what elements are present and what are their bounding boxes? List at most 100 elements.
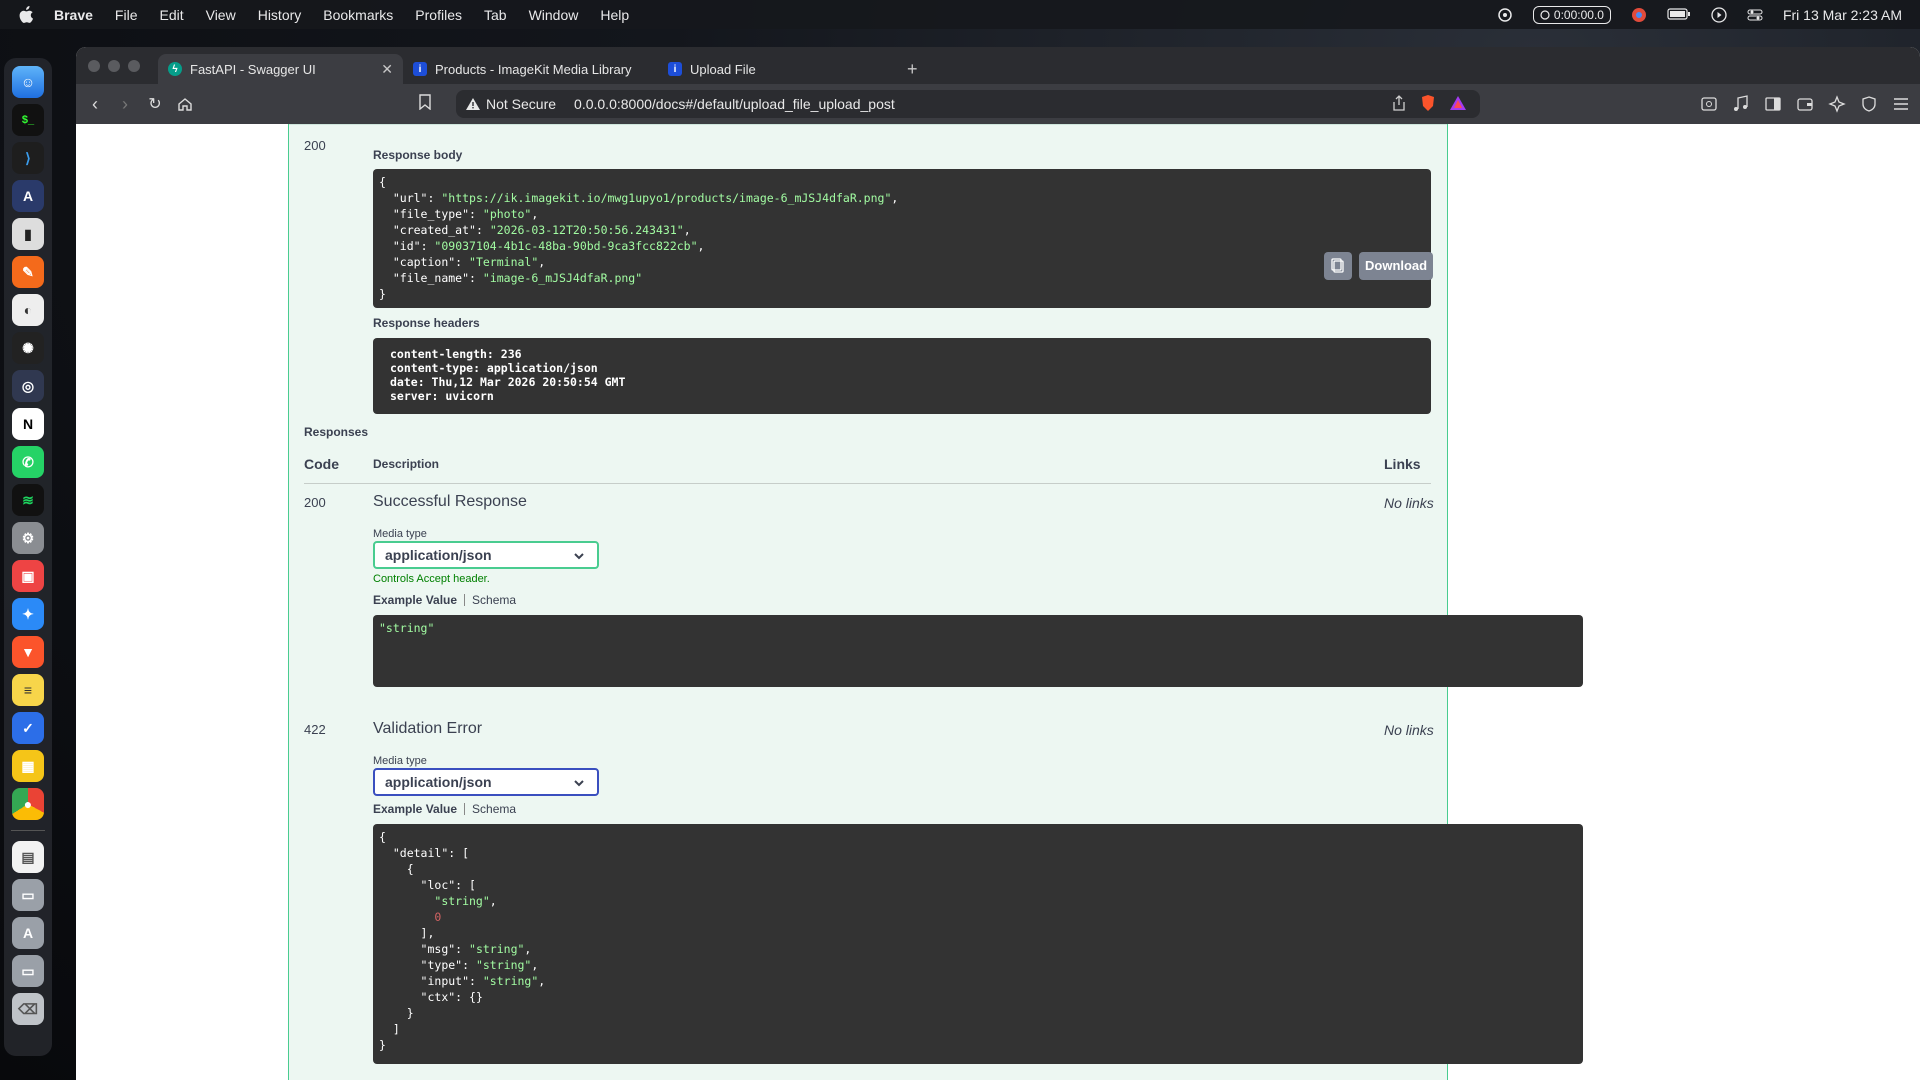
notes-icon[interactable]: ≡	[12, 674, 44, 706]
imagekit-favicon-icon: i	[413, 62, 427, 76]
address-bar[interactable]: Not Secure 0.0.0.0:8000/docs#/default/up…	[456, 90, 1480, 118]
tab-upload-file[interactable]: i Upload File	[658, 54, 893, 84]
chrome-icon[interactable]: ●	[12, 788, 44, 820]
chrome-status-icon[interactable]	[1631, 7, 1647, 23]
tab-title: Upload File	[690, 61, 756, 77]
chatgpt-icon[interactable]: ✺	[12, 332, 44, 364]
json-created-at-value: "2026-03-12T20:50:56.243431"	[489, 223, 684, 237]
spotify-icon[interactable]: ≋	[12, 484, 44, 516]
tab-swagger[interactable]: ϟ FastAPI - Swagger UI ✕	[158, 54, 403, 84]
whatsapp-icon[interactable]: ✆	[12, 446, 44, 478]
browser-toolbar: ‹ › ↻ Not Secure 0.0.0.0:8000/docs#/defa…	[76, 84, 1920, 124]
copy-to-clipboard-button[interactable]	[1324, 252, 1352, 280]
notion-icon[interactable]: N	[12, 408, 44, 440]
brave-rewards-icon[interactable]	[1450, 95, 1466, 113]
close-tab-icon[interactable]: ✕	[381, 61, 393, 78]
menu-profiles[interactable]: Profiles	[415, 7, 462, 23]
dock-separator	[11, 830, 45, 831]
tab-example-value[interactable]: Example Value	[373, 593, 457, 607]
vscode-icon[interactable]: ⟩	[12, 142, 44, 174]
dock: ☺ $_ ⟩ A ▮ ✎ ◐ ✺ ◎ N ✆ ≋ ⚙ ▣ ✦ ▼ ≡ ✓ ▦ ●…	[4, 58, 52, 1056]
menu-file[interactable]: File	[115, 7, 138, 23]
menu-app-name[interactable]: Brave	[54, 7, 93, 23]
obs-icon[interactable]: ◎	[12, 370, 44, 402]
menu-tab[interactable]: Tab	[484, 7, 507, 23]
menubar-datetime[interactable]: Fri 13 Mar 2:23 AM	[1783, 7, 1902, 23]
folder-icon[interactable]: ▭	[12, 879, 44, 911]
download-button[interactable]: Download	[1359, 252, 1434, 280]
downloads-folder-icon[interactable]: ▭	[12, 955, 44, 987]
safari-icon[interactable]: ✦	[12, 598, 44, 630]
json-file-type-value: "photo"	[482, 207, 532, 221]
description-column-header: Description	[373, 457, 440, 471]
brave-icon[interactable]: ▼	[12, 636, 44, 668]
new-tab-button[interactable]: +	[893, 54, 932, 84]
forward-icon[interactable]: ›	[110, 94, 140, 115]
sequel-app-icon[interactable]: ◐	[12, 294, 44, 326]
reload-icon[interactable]: ↻	[140, 94, 170, 114]
notes-app-icon[interactable]: ▮	[12, 218, 44, 250]
url-text[interactable]: 0.0.0.0:8000/docs#/default/upload_file_u…	[574, 96, 895, 112]
media-type-select[interactable]: application/json	[373, 768, 599, 796]
tab-title: Products - ImageKit Media Library	[435, 61, 632, 77]
back-icon[interactable]: ‹	[80, 94, 110, 115]
tab-example-value[interactable]: Example Value	[373, 802, 457, 816]
zoom-window-button[interactable]	[128, 60, 140, 72]
control-center-icon[interactable]	[1747, 7, 1763, 23]
calendar-app-icon[interactable]: ▣	[12, 560, 44, 592]
menu-help[interactable]: Help	[600, 7, 629, 23]
json-url-value: "https://ik.imagekit.io/mwg1upyo1/produc…	[441, 191, 892, 205]
tab-schema[interactable]: Schema	[472, 593, 516, 607]
menu-bookmarks[interactable]: Bookmarks	[323, 7, 393, 23]
share-icon[interactable]	[1392, 94, 1406, 114]
recording-timer[interactable]: 0:00:00.0	[1532, 5, 1611, 24]
system-settings-icon[interactable]: ⚙	[12, 522, 44, 554]
tab-imagekit[interactable]: i Products - ImageKit Media Library	[403, 54, 658, 84]
minimize-window-button[interactable]	[108, 60, 120, 72]
trash-icon[interactable]: ⌫	[12, 993, 44, 1025]
menu-icon[interactable]	[1892, 95, 1910, 113]
home-icon[interactable]	[170, 96, 200, 112]
brave-shields-icon[interactable]	[1420, 94, 1436, 115]
sidebar-icon[interactable]	[1764, 95, 1782, 113]
example-schema-tabs: Example Value Schema	[373, 593, 516, 607]
fastapi-favicon-icon: ϟ	[168, 62, 182, 76]
response-status-code: 200	[304, 138, 326, 153]
screenshot-icon[interactable]	[1700, 95, 1718, 113]
apple-icon[interactable]	[18, 5, 38, 24]
security-indicator[interactable]: Not Secure	[466, 96, 556, 112]
response-code-422: 422	[304, 722, 326, 737]
links-column-header: Links	[1384, 456, 1421, 472]
menu-view[interactable]: View	[206, 7, 236, 23]
leo-ai-icon[interactable]	[1828, 95, 1846, 113]
vpn-icon[interactable]	[1860, 95, 1878, 113]
media-type-select[interactable]: application/json	[373, 541, 599, 569]
openai-status-icon[interactable]	[1497, 7, 1513, 23]
play-icon[interactable]	[1711, 6, 1727, 23]
tab-schema[interactable]: Schema	[472, 802, 516, 816]
timer-icon	[1540, 9, 1550, 20]
operation-block-upload: 200 Response body { "url": "https://ik.i…	[288, 124, 1583, 1080]
wallet-icon[interactable]	[1796, 95, 1814, 113]
applications-folder-icon[interactable]: A	[12, 917, 44, 949]
pencil-app-icon[interactable]: ✎	[12, 256, 44, 288]
timer-text: 0:00:00.0	[1553, 7, 1604, 22]
menu-edit[interactable]: Edit	[159, 7, 183, 23]
menu-history[interactable]: History	[258, 7, 302, 23]
document-icon[interactable]: ▤	[12, 841, 44, 873]
finder-icon[interactable]: ☺	[12, 66, 44, 98]
media-icon[interactable]	[1732, 95, 1750, 113]
chevron-down-icon	[573, 549, 585, 565]
menu-window[interactable]: Window	[529, 7, 579, 23]
response-body-label: Response body	[373, 148, 463, 162]
table-divider	[304, 483, 1431, 484]
tab-strip: ϟ FastAPI - Swagger UI ✕ i Products - Im…	[76, 47, 1920, 84]
battery-icon[interactable]	[1667, 7, 1691, 23]
example-schema-tabs: Example Value Schema	[373, 802, 516, 816]
close-window-button[interactable]	[88, 60, 100, 72]
ide-icon[interactable]: A	[12, 180, 44, 212]
terminal-icon[interactable]: $_	[12, 104, 44, 136]
bookmark-icon[interactable]	[410, 94, 440, 110]
sheets-icon[interactable]: ▦	[12, 750, 44, 782]
tasks-icon[interactable]: ✓	[12, 712, 44, 744]
